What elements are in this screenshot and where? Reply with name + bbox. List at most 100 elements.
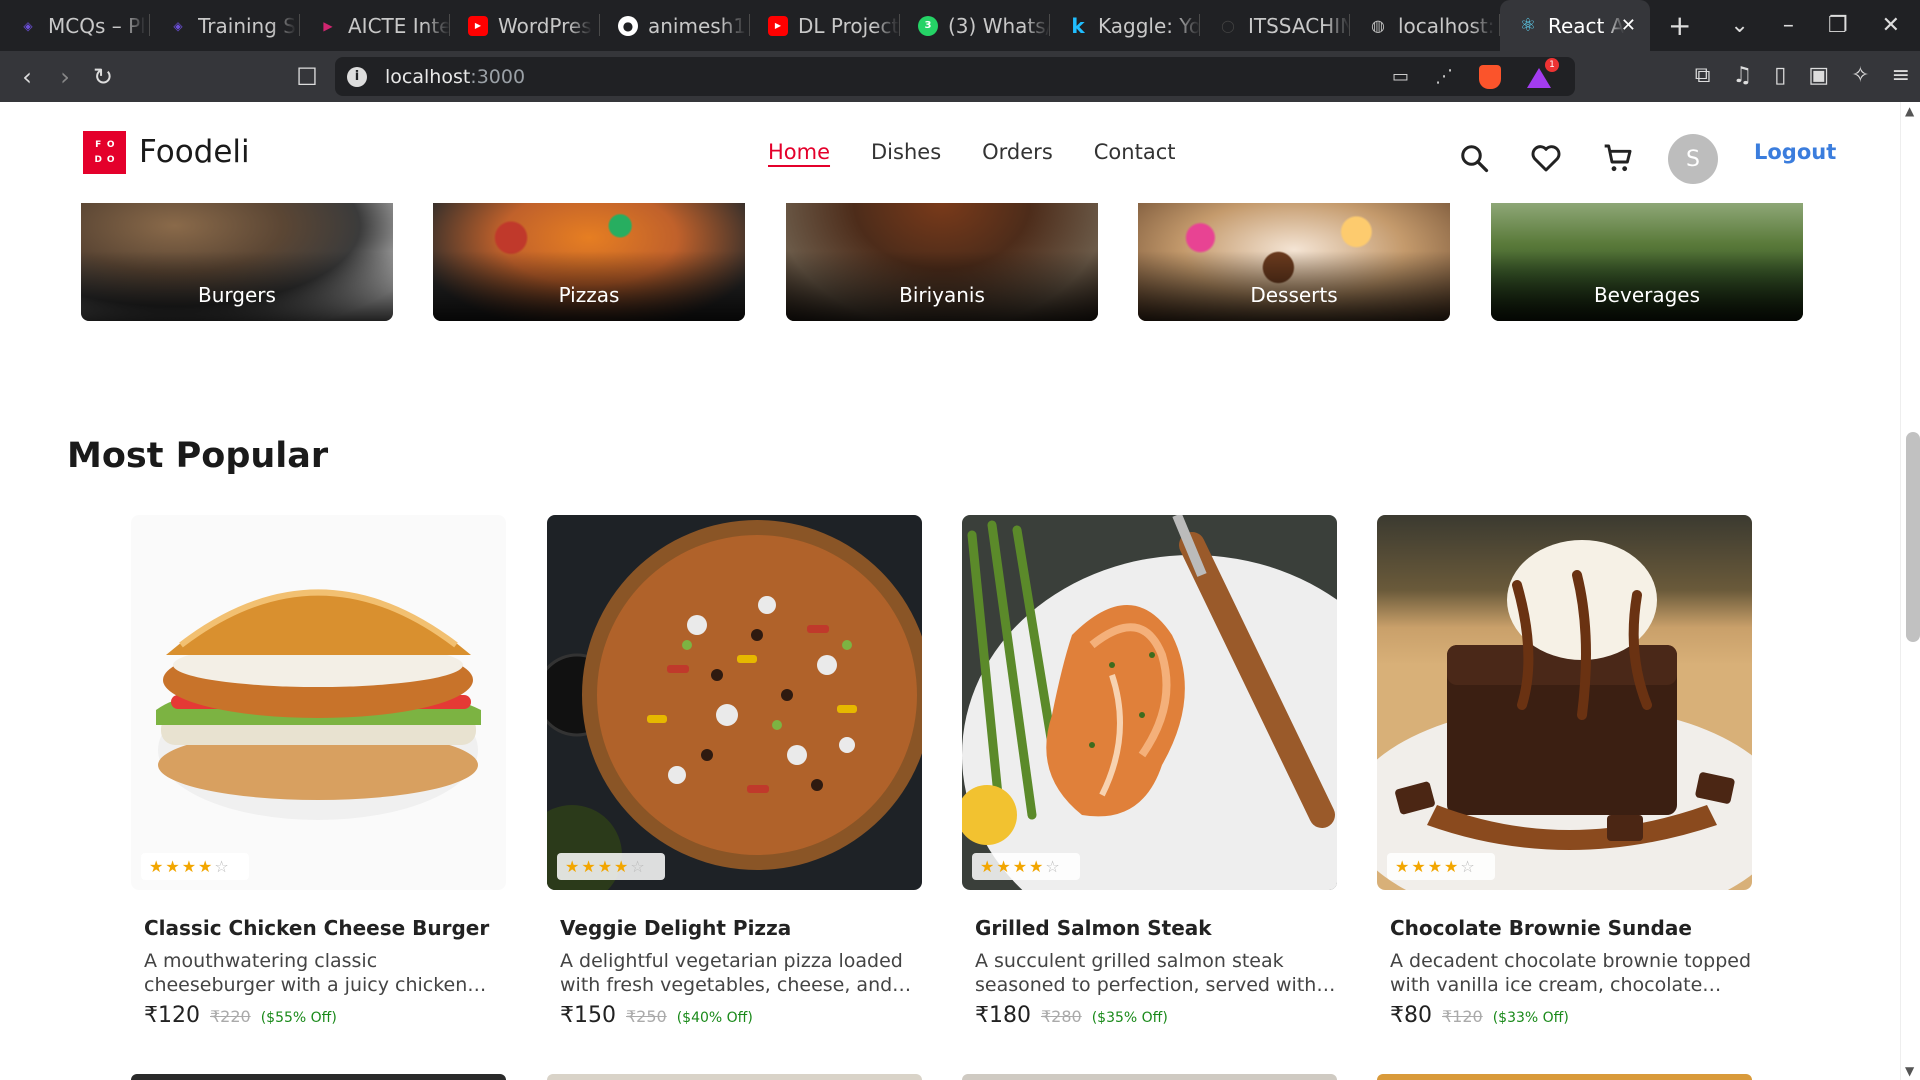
sidebar-icon[interactable]: ▯ xyxy=(1774,63,1786,88)
product-image[interactable]: ★★★★ ☆ xyxy=(1377,515,1752,890)
heart-icon[interactable] xyxy=(1528,140,1564,176)
page-scrollbar[interactable]: ▲ ▼ xyxy=(1900,102,1920,1080)
product-card-partial[interactable] xyxy=(962,1074,1337,1080)
product-image[interactable]: ★★★★ ☆ xyxy=(131,515,506,890)
reload-icon[interactable]: ↻ xyxy=(84,63,122,91)
product-card[interactable]: ★★★★ ☆ Grilled Salmon Steak A succulent g… xyxy=(962,515,1337,1028)
browser-tab[interactable]: ◯ ITSSACHIN xyxy=(1200,0,1350,51)
browser-tab[interactable]: ▶ AICTE Inte xyxy=(300,0,450,51)
browser-tab[interactable]: ◈ Training S xyxy=(150,0,300,51)
address-bar[interactable]: i localhost:3000 ▭ ⋰ 1 xyxy=(335,57,1575,96)
brand-name[interactable]: Foodeli xyxy=(139,134,250,170)
product-original-price: ₹220 xyxy=(210,1007,251,1026)
product-price: ₹150 xyxy=(560,1003,616,1028)
product-name: Classic Chicken Cheese Burger xyxy=(144,916,490,940)
back-icon[interactable]: ‹ xyxy=(8,63,46,91)
category-biriyanis[interactable]: Biriyanis xyxy=(786,202,1098,321)
product-discount: ($55% Off) xyxy=(260,1010,337,1026)
browser-tab[interactable]: ● animesh1 xyxy=(600,0,750,51)
category-pizzas[interactable]: Pizzas xyxy=(433,202,745,321)
product-price: ₹120 xyxy=(144,1003,200,1028)
url-text: localhost:3000 xyxy=(385,65,526,88)
rating-stars: ★★★★ ☆ xyxy=(557,853,665,880)
product-discount: ($35% Off) xyxy=(1091,1010,1168,1026)
product-description: A succulent grilled salmon steak seasone… xyxy=(975,950,1317,996)
browser-tab-active[interactable]: ⚛ React A ✕ xyxy=(1500,0,1650,51)
tab-search-icon[interactable]: ⌄ xyxy=(1730,13,1748,38)
layers-icon: ◈ xyxy=(173,18,183,33)
logo-mark[interactable]: F O D O xyxy=(83,131,126,174)
site-info-icon[interactable]: i xyxy=(347,66,367,87)
product-discount: ($33% Off) xyxy=(1492,1010,1569,1026)
nav-orders[interactable]: Orders xyxy=(982,140,1053,164)
avatar[interactable]: S xyxy=(1668,134,1718,184)
close-window-icon[interactable]: ✕ xyxy=(1882,13,1900,38)
product-card-partial[interactable] xyxy=(547,1074,922,1080)
nav-dishes[interactable]: Dishes xyxy=(871,140,941,164)
product-image[interactable]: ★★★★ ☆ xyxy=(962,515,1337,890)
scroll-thumb[interactable] xyxy=(1906,432,1920,642)
product-card[interactable]: ★★★★ ☆ Veggie Delight Pizza A delightful … xyxy=(547,515,922,1028)
product-name: Chocolate Brownie Sundae xyxy=(1390,916,1692,940)
product-price: ₹80 xyxy=(1390,1003,1432,1028)
youtube-icon: ▶ xyxy=(768,15,788,36)
product-original-price: ₹120 xyxy=(1442,1007,1483,1026)
product-discount: ($40% Off) xyxy=(676,1010,753,1026)
minimize-icon[interactable]: – xyxy=(1783,13,1794,38)
product-card[interactable]: ★★★★ ☆ Classic Chicken Cheese Burger A mo… xyxy=(131,515,506,1028)
browser-tab[interactable]: ▶ DL Project xyxy=(750,0,900,51)
share-icon[interactable]: ⋰ xyxy=(1435,66,1453,87)
whatsapp-icon: 3 xyxy=(918,15,938,36)
product-description: A delightful vegetarian pizza loaded wit… xyxy=(560,950,903,996)
browser-tab[interactable]: k Kaggle: Yo xyxy=(1050,0,1200,51)
nav-home[interactable]: Home xyxy=(768,140,830,164)
category-burgers[interactable]: Burgers xyxy=(81,202,393,321)
brave-shields-icon[interactable] xyxy=(1479,64,1501,89)
nav-contact[interactable]: Contact xyxy=(1094,140,1176,164)
product-image[interactable]: ★★★★ ☆ xyxy=(547,515,922,890)
media-icon[interactable]: ♫ xyxy=(1732,63,1752,88)
globe-icon: ◍ xyxy=(1371,16,1385,35)
logout-link[interactable]: Logout xyxy=(1754,140,1836,164)
globe-icon: ◯ xyxy=(1221,18,1235,33)
product-name: Veggie Delight Pizza xyxy=(560,916,792,940)
product-price: ₹180 xyxy=(975,1003,1031,1028)
menu-icon[interactable]: ≡ xyxy=(1892,63,1910,88)
browser-tab-bar: ◈ MCQs – Pl ◈ Training S ▶ AICTE Inte ▶ Word… xyxy=(0,0,1920,51)
play-icon: ▶ xyxy=(323,18,333,33)
browser-tab[interactable]: ◍ localhost: xyxy=(1350,0,1500,51)
cast-icon[interactable]: ▭ xyxy=(1392,66,1409,87)
search-icon[interactable] xyxy=(1456,140,1492,176)
layers-icon: ◈ xyxy=(23,18,33,33)
scroll-down-icon[interactable]: ▼ xyxy=(1905,1064,1914,1078)
leo-icon[interactable]: ✧ xyxy=(1851,63,1869,88)
product-card-partial[interactable] xyxy=(1377,1074,1752,1080)
wallet-icon[interactable]: ▣ xyxy=(1808,63,1829,88)
cart-icon[interactable] xyxy=(1600,140,1636,176)
section-title: Most Popular xyxy=(67,436,329,476)
rating-stars: ★★★★ ☆ xyxy=(972,853,1080,880)
main-nav: Home Dishes Orders Contact xyxy=(768,140,1175,164)
brave-rewards-icon[interactable]: 1 xyxy=(1527,57,1559,88)
site-header: F O D O Foodeli Home Dishes Orders Conta… xyxy=(0,102,1900,203)
browser-tab[interactable]: ◈ MCQs – Pl xyxy=(0,0,150,51)
rating-stars: ★★★★ ☆ xyxy=(141,853,249,880)
kaggle-icon: k xyxy=(1071,13,1085,38)
product-card[interactable]: ★★★★ ☆ Chocolate Brownie Sundae A decaden… xyxy=(1377,515,1752,1028)
browser-toolbar: ‹ › ↻ ☐ i localhost:3000 ▭ ⋰ 1 ⧉ ♫ ▯ ▣ ✧… xyxy=(0,51,1920,102)
browser-tab[interactable]: 3 (3) Whats/ xyxy=(900,0,1050,51)
bookmark-icon[interactable]: ☐ xyxy=(288,63,326,91)
youtube-icon: ▶ xyxy=(468,15,488,36)
product-card-partial[interactable] xyxy=(131,1074,506,1080)
extensions-icon[interactable]: ⧉ xyxy=(1695,63,1711,88)
scroll-up-icon[interactable]: ▲ xyxy=(1905,104,1914,118)
close-tab-icon[interactable]: ✕ xyxy=(1621,15,1636,36)
react-icon: ⚛ xyxy=(1519,15,1537,36)
product-original-price: ₹280 xyxy=(1041,1007,1082,1026)
category-desserts[interactable]: Desserts xyxy=(1138,202,1450,321)
restore-icon[interactable]: ❐ xyxy=(1828,13,1848,38)
category-beverages[interactable]: Beverages xyxy=(1491,202,1803,321)
new-tab-button[interactable]: + xyxy=(1668,9,1691,42)
forward-icon[interactable]: › xyxy=(46,63,84,91)
browser-tab[interactable]: ▶ WordPres xyxy=(450,0,600,51)
